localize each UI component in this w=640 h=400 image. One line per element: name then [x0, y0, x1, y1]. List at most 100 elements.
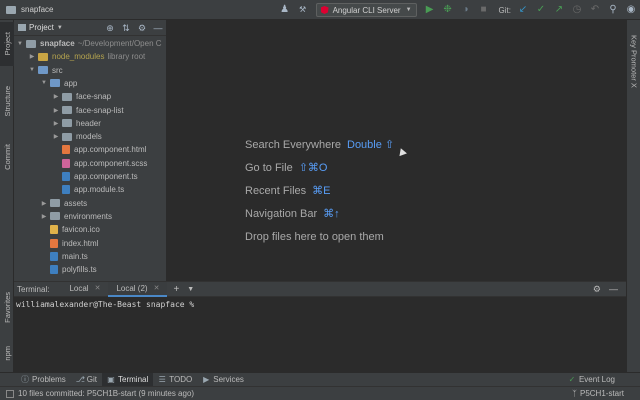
chevron-right-icon[interactable]: ▶: [52, 133, 60, 140]
gear-icon[interactable]: ⚙: [593, 284, 601, 295]
tree-item[interactable]: ▼ app: [14, 77, 166, 90]
collapse-all-icon[interactable]: ⇅: [120, 22, 132, 34]
tree-item[interactable]: ▶ environments: [14, 210, 166, 223]
tree-item[interactable]: polyfills.ts: [14, 263, 166, 276]
run-icon[interactable]: ▶: [424, 4, 436, 16]
gear-icon[interactable]: ⚙: [136, 22, 148, 34]
main-toolbar: ♟ ⚒ Angular CLI Server ▼ ▶ ❉ ◑ ■ Git: ↙ …: [276, 0, 640, 20]
editor-hint-label: Drop files here to open them: [245, 231, 384, 243]
folder-icon: [38, 52, 48, 61]
search-icon[interactable]: ⚲: [607, 4, 619, 16]
tree-item[interactable]: main.ts: [14, 250, 166, 263]
close-icon[interactable]: ✕: [95, 284, 101, 292]
run-configuration-select[interactable]: Angular CLI Server ▼: [315, 3, 417, 17]
chevron-right-icon[interactable]: ▶: [28, 53, 36, 60]
chevron-right-icon[interactable]: ▶: [52, 120, 60, 127]
git-update-icon[interactable]: ↙: [517, 4, 529, 16]
editor-hint: Navigation Bar ⌘↑: [245, 207, 340, 220]
stop-icon[interactable]: ■: [478, 4, 490, 16]
git-branch-icon: ᛉ: [572, 389, 577, 398]
todo-icon: ☰: [158, 374, 166, 384]
history-icon[interactable]: ◷: [571, 4, 583, 16]
html-file-icon: [62, 145, 70, 155]
chevron-down-icon[interactable]: ▼: [16, 41, 24, 47]
tree-item[interactable]: app.component.html: [14, 143, 166, 156]
tree-item[interactable]: ▶ face-snap-list: [14, 104, 166, 117]
tree-item-label: app.module.ts: [74, 185, 125, 195]
tree-item-label: assets: [64, 198, 88, 208]
chevron-down-icon[interactable]: ▼: [187, 286, 194, 293]
git-commit-icon[interactable]: ✓: [535, 4, 547, 16]
tab-commit[interactable]: Commit: [0, 132, 14, 182]
project-panel-header: Project ▼ ⊕ ⇅ ⚙ —: [14, 20, 166, 36]
event-log-button[interactable]: ✓ Event Log: [563, 373, 620, 387]
git-branch-widget[interactable]: P5CH1-start: [580, 389, 624, 398]
html-file-icon: [50, 238, 58, 248]
tool-windows-icon[interactable]: [6, 389, 14, 398]
bottom-tool-git[interactable]: ⎇ Git: [71, 373, 102, 387]
tree-item-label: face-snap-list: [76, 105, 124, 115]
tree-item[interactable]: ▼ snapface ~/Development/Open C: [14, 37, 166, 50]
tab-project-label: Project: [2, 32, 12, 56]
tab-project[interactable]: Project: [0, 22, 14, 66]
terminal-tab-local-2[interactable]: Local (2) ✕: [108, 281, 168, 297]
rollback-icon[interactable]: ↶: [589, 4, 601, 16]
chevron-right-icon[interactable]: ▶: [40, 200, 48, 207]
tree-item[interactable]: ▶ assets: [14, 197, 166, 210]
coverage-icon[interactable]: ◑: [460, 4, 472, 16]
chevron-right-icon[interactable]: ▶: [52, 107, 60, 114]
build-hammer-icon[interactable]: ⚒: [297, 4, 309, 16]
folder-icon: [38, 66, 48, 75]
status-message[interactable]: 10 files committed: P5CH1B-start (9 minu…: [18, 389, 194, 398]
tree-item[interactable]: app.component.scss: [14, 157, 166, 170]
close-icon[interactable]: ✕: [154, 284, 160, 292]
terminal-tab-local[interactable]: Local ✕: [61, 282, 108, 297]
tree-item[interactable]: ▶ node_modules library root: [14, 50, 166, 63]
chevron-down-icon[interactable]: ▼: [57, 25, 63, 31]
tree-item-label: app.component.html: [74, 145, 147, 155]
event-log-icon: ✓: [568, 374, 576, 384]
chevron-right-icon[interactable]: ▶: [40, 213, 48, 220]
status-right: ᛉ P5CH1-start: [572, 389, 624, 398]
chevron-right-icon[interactable]: ▶: [52, 93, 60, 100]
tab-favorites-label: Favorites: [2, 291, 12, 323]
project-view-select[interactable]: Project: [29, 23, 54, 32]
chevron-down-icon[interactable]: ▼: [28, 67, 36, 73]
bottom-tool-services[interactable]: ▶ Services: [197, 373, 249, 387]
user-icon[interactable]: ♟: [279, 4, 291, 16]
tree-item[interactable]: ▶ header: [14, 117, 166, 130]
editor-empty-area[interactable]: Search Everywhere Double ⇧ Go to File ⇧⌘O Re…: [167, 20, 626, 281]
tree-item[interactable]: index.html: [14, 237, 166, 250]
tree-item[interactable]: ▶ models: [14, 130, 166, 143]
terminal-panel: Terminal: Local ✕ Local (2) ✕ + ▼ ⚙ — wi…: [14, 281, 626, 372]
tree-item-label: favicon.ico: [62, 225, 100, 235]
tree-item-label: environments: [64, 211, 113, 221]
tree-item[interactable]: favicon.ico: [14, 223, 166, 236]
debug-icon[interactable]: ❉: [442, 4, 454, 16]
tree-item[interactable]: app.module.ts: [14, 183, 166, 196]
bottom-tool-terminal[interactable]: ▣ Terminal: [102, 372, 154, 387]
tree-item[interactable]: ▼ src: [14, 64, 166, 77]
hide-panel-icon[interactable]: —: [152, 22, 164, 34]
tree-item[interactable]: app.component.ts: [14, 170, 166, 183]
editor-hint-label: Recent Files: [245, 185, 307, 197]
tab-npm[interactable]: npm: [0, 336, 14, 370]
bottom-tool-problems[interactable]: ⓘ Problems: [16, 373, 71, 387]
tree-item[interactable]: ▶ face-snap: [14, 90, 166, 103]
git-push-icon[interactable]: ↗: [553, 4, 565, 16]
bottom-tool-todo[interactable]: ☰ TODO: [153, 373, 197, 387]
tab-key-promoter-x[interactable]: Key Promoter X: [627, 24, 640, 98]
ide-features-icon[interactable]: ◉: [625, 4, 637, 16]
tab-structure[interactable]: Structure: [0, 70, 14, 132]
hide-panel-icon[interactable]: —: [609, 284, 618, 295]
tree-item-label: node_modules: [52, 52, 105, 62]
new-terminal-icon[interactable]: +: [173, 284, 179, 295]
window-title: snapface: [21, 5, 54, 14]
tree-item-label: app.component.ts: [74, 172, 138, 181]
tab-favorites[interactable]: Favorites: [0, 282, 14, 332]
terminal-prompt[interactable]: williamalexander@The-Beast snapface %: [16, 300, 624, 309]
bottom-tool-label: Problems: [32, 375, 66, 384]
ts-file-icon: [50, 265, 58, 275]
chevron-down-icon[interactable]: ▼: [40, 80, 48, 86]
locate-file-icon[interactable]: ⊕: [104, 22, 116, 34]
